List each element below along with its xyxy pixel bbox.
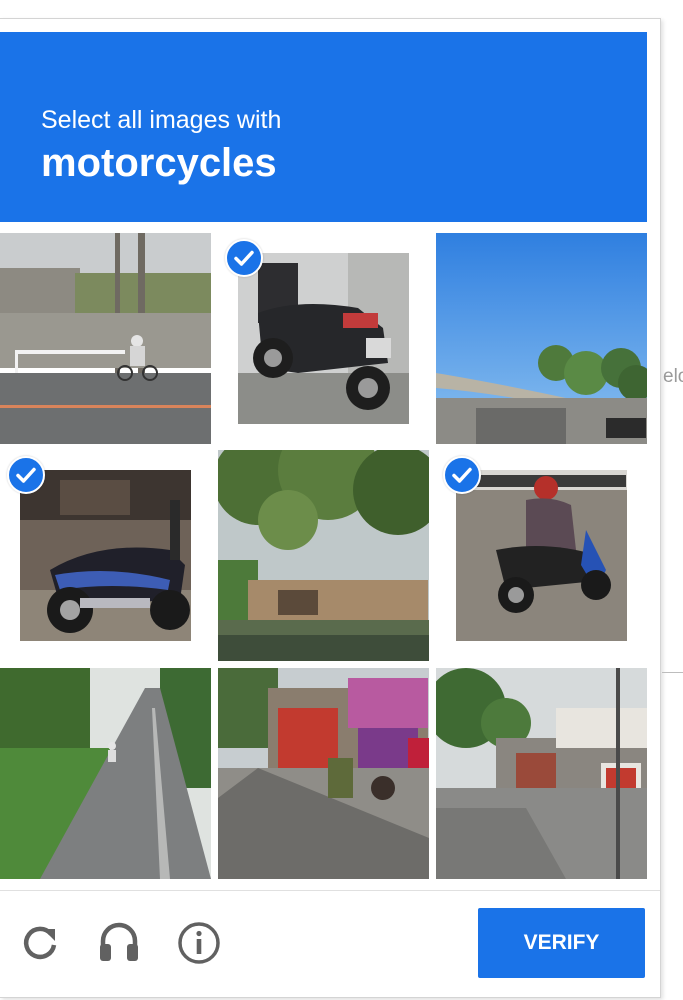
selected-check-icon: [225, 239, 263, 277]
audio-challenge-button[interactable]: [95, 917, 143, 965]
tile-image: [20, 470, 191, 641]
captcha-header: Select all images with motorcycles: [0, 32, 647, 222]
reload-button[interactable]: [16, 919, 64, 967]
captcha-tile-4[interactable]: [0, 450, 211, 661]
selected-check-icon: [7, 456, 45, 494]
background-partial-text: elo: [663, 366, 683, 387]
target-object: motorcycles: [41, 141, 277, 185]
tile-image: [238, 253, 409, 424]
captcha-tile-5[interactable]: [218, 450, 429, 661]
captcha-tile-1[interactable]: [0, 233, 211, 444]
captcha-tile-6[interactable]: [436, 450, 647, 661]
instruction-text: Select all images with: [41, 106, 282, 134]
tile-image: [436, 233, 647, 444]
tile-image: [456, 470, 627, 641]
background-divider: [662, 672, 683, 673]
headphones-icon: [100, 922, 138, 961]
captcha-tile-2[interactable]: [218, 233, 429, 444]
captcha-tile-8[interactable]: [218, 668, 429, 879]
captcha-tile-9[interactable]: [436, 668, 647, 879]
verify-button[interactable]: VERIFY: [478, 908, 645, 978]
tile-image: [0, 668, 211, 879]
captcha-tile-7[interactable]: [0, 668, 211, 879]
selected-check-icon: [443, 456, 481, 494]
tile-image: [436, 668, 647, 879]
tile-image: [218, 668, 429, 879]
tile-image: [0, 233, 211, 444]
captcha-tile-3[interactable]: [436, 233, 647, 444]
info-icon: [178, 922, 220, 964]
footer-divider: [0, 890, 660, 891]
reload-icon: [23, 926, 57, 960]
tile-image: [218, 450, 429, 661]
help-button[interactable]: [175, 919, 223, 967]
